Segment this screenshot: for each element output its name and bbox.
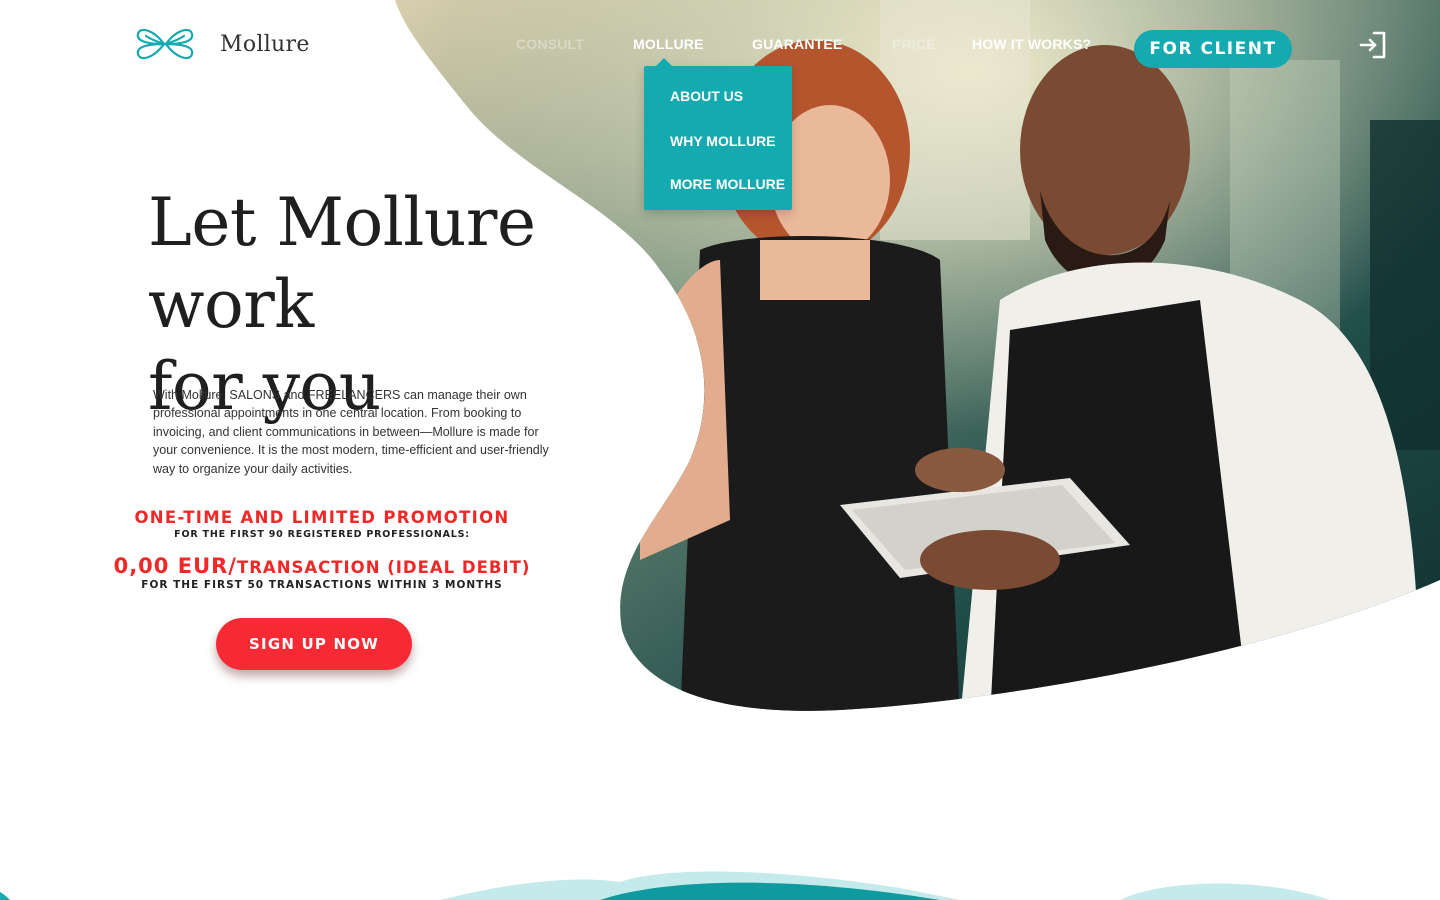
- for-client-button[interactable]: FOR CLIENT: [1134, 30, 1292, 68]
- promo-footnote: FOR THE FIRST 50 TRANSACTIONS WITHIN 3 M…: [141, 579, 503, 591]
- nav-item-guarantee[interactable]: GUARANTEE: [752, 36, 842, 52]
- promo-price-unit: TRANSACTION (IDEAL DEBIT): [236, 558, 531, 577]
- bottom-wave: [0, 871, 1330, 900]
- dropdown-item-about-us[interactable]: ABOUT US: [670, 88, 743, 104]
- hero-headline-line1: Let Mollure work: [148, 184, 536, 343]
- sign-up-button[interactable]: SIGN UP NOW: [216, 618, 412, 670]
- hero-description: With Mollure, SALONS and FREELANCERS can…: [153, 388, 549, 476]
- promotion-block: ONE-TIME AND LIMITED PROMOTION FOR THE F…: [110, 508, 534, 591]
- login-icon[interactable]: [1358, 30, 1388, 60]
- promo-subtitle: FOR THE FIRST 90 REGISTERED PROFESSIONAL…: [174, 529, 470, 540]
- promo-title: ONE-TIME AND LIMITED PROMOTION: [134, 508, 510, 527]
- nav-item-how-it-works[interactable]: HOW IT WORKS?: [972, 36, 1091, 52]
- nav-item-price[interactable]: PRICE: [892, 36, 936, 52]
- nav-item-mollure[interactable]: MOLLURE: [633, 36, 704, 52]
- dropdown-item-why-mollure[interactable]: WHY MOLLURE: [670, 133, 776, 149]
- promo-price: 0,00 EUR/TRANSACTION (IDEAL DEBIT): [110, 554, 534, 578]
- nav-item-consult[interactable]: CONSULT: [516, 36, 584, 52]
- promo-price-amount: 0,00 EUR/: [113, 554, 237, 578]
